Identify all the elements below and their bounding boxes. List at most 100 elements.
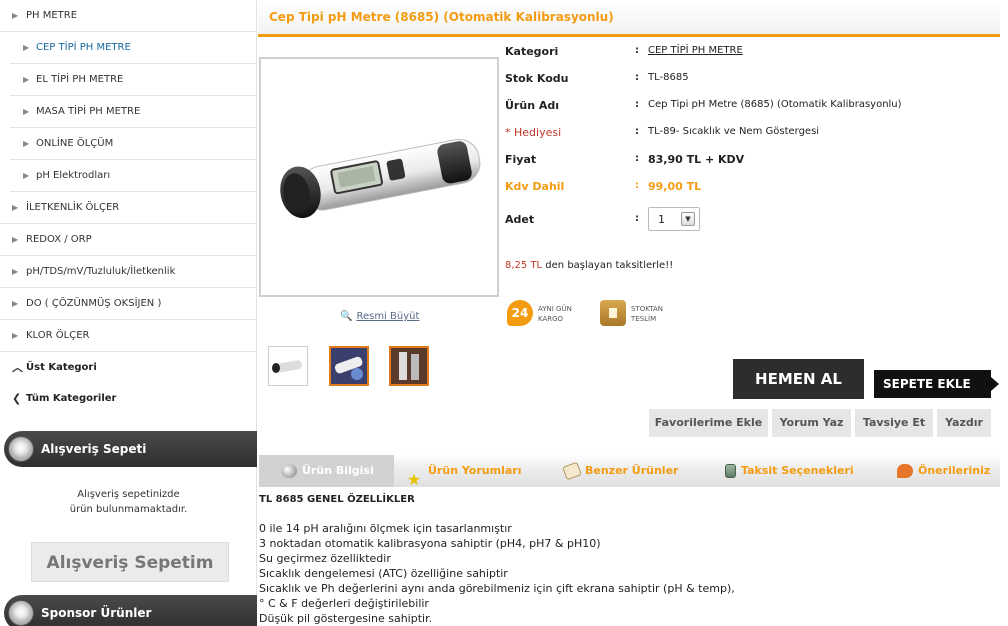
category-redox-orp[interactable]: ▶ REDOX / ORP xyxy=(0,224,256,256)
chevron-right-icon: ▶ xyxy=(23,43,30,52)
chevron-right-icon: ▶ xyxy=(23,107,30,116)
magnifier-icon xyxy=(281,464,297,478)
my-cart-button[interactable]: Alışveriş Sepetim xyxy=(31,542,229,582)
spec-colon: : xyxy=(635,153,639,164)
spec-label: Kdv Dahil xyxy=(505,180,565,193)
feature-item: Düşük pil göstergesine sahiptir. xyxy=(259,612,433,625)
badge-line: KARGO xyxy=(538,315,564,323)
subcategory-online-olcum[interactable]: ▶ ONLİNE ÖLÇÜM xyxy=(10,128,256,160)
category-link[interactable]: CEP TİPİ PH METRE xyxy=(648,45,743,56)
tab-label: Benzer Ürünler xyxy=(585,464,679,477)
badge-text: STOKTAN TESLİM xyxy=(631,304,663,324)
category-label: MASA TİPİ PH METRE xyxy=(36,106,141,117)
spec-gift: * Hediyesi : TL-89- Sıcaklık ve Nem Göst… xyxy=(505,126,985,146)
thumbnail-image xyxy=(331,348,367,384)
thumbnail-image xyxy=(391,348,427,384)
cart-empty-line: ürün bulunmamaktadır. xyxy=(69,504,188,515)
subcategory-masa-tipi-ph-metre[interactable]: ▶ MASA TİPİ PH METRE xyxy=(10,96,256,128)
subcategory-ph-elektrodlari[interactable]: ▶ pH Elektrodları xyxy=(10,160,256,192)
subcategory-el-tipi-ph-metre[interactable]: ▶ EL TİPİ PH METRE xyxy=(10,64,256,96)
clock-24-icon: 24 xyxy=(507,300,533,326)
spec-colon: : xyxy=(635,126,639,137)
spec-colon: : xyxy=(635,180,639,191)
product-title: Cep Tipi pH Metre (8685) (Otomatik Kalib… xyxy=(269,10,614,24)
box-tape xyxy=(609,308,617,318)
category-do[interactable]: ▶ DO ( ÇÖZÜNMÜŞ OKSİJEN ) xyxy=(0,288,256,320)
spec-quantity: Adet : 1 ▼ xyxy=(505,207,985,233)
sponsor-box-header: Sponsor Ürünler xyxy=(4,595,257,626)
category-label: DO ( ÇÖZÜNMÜŞ OKSİJEN ) xyxy=(26,298,162,309)
tab-label: Ürün Bilgisi xyxy=(302,464,374,477)
product-description: TL 8685 GENEL ÖZELLİKLER 0 ile 14 pH ara… xyxy=(259,494,999,626)
tab-similar-products[interactable]: Benzer Ürünler xyxy=(562,455,679,487)
badge-text: AYNI GÜN KARGO xyxy=(538,304,572,324)
cart-box-title: Alışveriş Sepeti xyxy=(41,442,147,456)
feature-item: Su geçirmez özelliktedir xyxy=(259,552,391,565)
write-comment-button[interactable]: Yorum Yaz xyxy=(772,409,851,437)
tab-label: Taksit Seçenekleri xyxy=(741,464,854,477)
category-iletkenlik-olcer[interactable]: ▶ İLETKENLİK ÖLÇER xyxy=(0,192,256,224)
category-label: PH METRE xyxy=(26,10,78,21)
quantity-select[interactable]: 1 ▼ xyxy=(648,207,700,231)
spec-label: * Hediyesi xyxy=(505,126,562,139)
cart-box-header: Alışveriş Sepeti xyxy=(4,431,257,467)
chevron-right-icon: ▶ xyxy=(23,171,30,180)
add-to-cart-button[interactable]: SEPETE EKLE xyxy=(874,370,999,398)
buy-now-button[interactable]: HEMEN AL xyxy=(733,359,864,399)
category-ph-metre[interactable]: ▶ PH METRE xyxy=(0,0,256,32)
thumbnail-3[interactable] xyxy=(389,346,429,386)
category-list: ▶ PH METRE ▶ CEP TİPİ PH METRE ▶ EL TİPİ PH… xyxy=(0,0,256,414)
spec-label: Stok Kodu xyxy=(505,72,569,85)
category-ph-tds-mv[interactable]: ▶ pH/TDS/mV/Tuzluluk/İletkenlik xyxy=(0,256,256,288)
feature-item: 3 noktadan otomatik kalibrasyona sahipti… xyxy=(259,537,601,550)
chevron-right-icon: ▶ xyxy=(12,267,19,276)
cart-empty-message: Alışveriş sepetinizde ürün bulunmamaktad… xyxy=(0,487,257,517)
all-categories-link[interactable]: ❮ Tüm Kategoriler xyxy=(0,383,256,414)
description-heading: TL 8685 GENEL ÖZELLİKLER xyxy=(259,494,415,505)
installment-text: den başlayan taksitlerle!! xyxy=(542,260,674,271)
spec-label: Adet xyxy=(505,213,535,226)
add-to-favorites-button[interactable]: Favorilerime Ekle xyxy=(649,409,768,437)
subcategory-cep-tipi-ph-metre[interactable]: ▶ CEP TİPİ PH METRE xyxy=(10,32,256,64)
chevron-right-icon: ▶ xyxy=(12,331,19,340)
spec-product-name: Ürün Adı : Cep Tipi pH Metre (8685) (Oto… xyxy=(505,99,985,119)
product-tabs: Ürün Bilgisi ★ Ürün Yorumları Benzer Ürün… xyxy=(259,455,1000,489)
thumbnail-2[interactable] xyxy=(329,346,369,386)
spec-value: TL-89- Sıcaklık ve Nem Göstergesi xyxy=(648,126,820,137)
knob-icon xyxy=(8,600,34,626)
badge-number: 24 xyxy=(511,306,529,320)
recommend-button[interactable]: Tavsiye Et xyxy=(855,409,933,437)
tab-installment-options[interactable]: Taksit Seçenekleri xyxy=(725,455,854,487)
in-stock-delivery-badge: STOKTAN TESLİM xyxy=(600,298,690,330)
chevron-right-icon: ▶ xyxy=(12,203,19,212)
chevron-down-icon[interactable]: ▼ xyxy=(681,212,695,226)
tab-product-info[interactable]: Ürün Bilgisi xyxy=(259,455,394,487)
category-label: KLOR ÖLÇER xyxy=(26,330,90,341)
tab-product-reviews[interactable]: ★ Ürün Yorumları xyxy=(405,455,522,489)
thumbnail-1[interactable] xyxy=(268,346,308,386)
product-title-bar: Cep Tipi pH Metre (8685) (Otomatik Kalib… xyxy=(258,0,1000,37)
chevron-left-icon: ❮ xyxy=(12,392,22,405)
spec-price: Fiyat : 83,90 TL + KDV xyxy=(505,153,985,173)
chevron-right-icon: ▶ xyxy=(12,299,19,308)
box-icon xyxy=(600,300,626,326)
spec-label: Fiyat xyxy=(505,153,537,166)
chevron-right-icon: ▶ xyxy=(23,75,30,84)
speech-bubble-icon xyxy=(897,464,913,478)
tab-suggestions[interactable]: Önerileriniz xyxy=(897,455,990,487)
badge-line: AYNI GÜN xyxy=(538,305,572,313)
tab-label: Önerileriniz xyxy=(918,464,991,477)
feature-item: Sıcaklık dengelemesi (ATC) özelliğine sa… xyxy=(259,567,508,580)
tag-icon xyxy=(562,461,582,481)
feature-list: 0 ile 14 pH aralığını ölçmek için tasarl… xyxy=(259,521,999,626)
sidebar: ▶ PH METRE ▶ CEP TİPİ PH METRE ▶ EL TİPİ PH… xyxy=(0,0,257,626)
print-button[interactable]: Yazdır xyxy=(937,409,991,437)
category-klor-olcer[interactable]: ▶ KLOR ÖLÇER xyxy=(0,320,256,352)
product-image[interactable] xyxy=(259,57,499,297)
category-label: CEP TİPİ PH METRE xyxy=(36,42,131,53)
parent-category-link[interactable]: ︿ Üst Kategori xyxy=(0,352,256,383)
zoom-image-link[interactable]: 🔍 Resmi Büyüt xyxy=(340,311,419,322)
chevron-right-icon: ▶ xyxy=(12,235,19,244)
category-label: Tüm Kategoriler xyxy=(26,393,117,404)
spec-label: Ürün Adı xyxy=(505,99,560,112)
